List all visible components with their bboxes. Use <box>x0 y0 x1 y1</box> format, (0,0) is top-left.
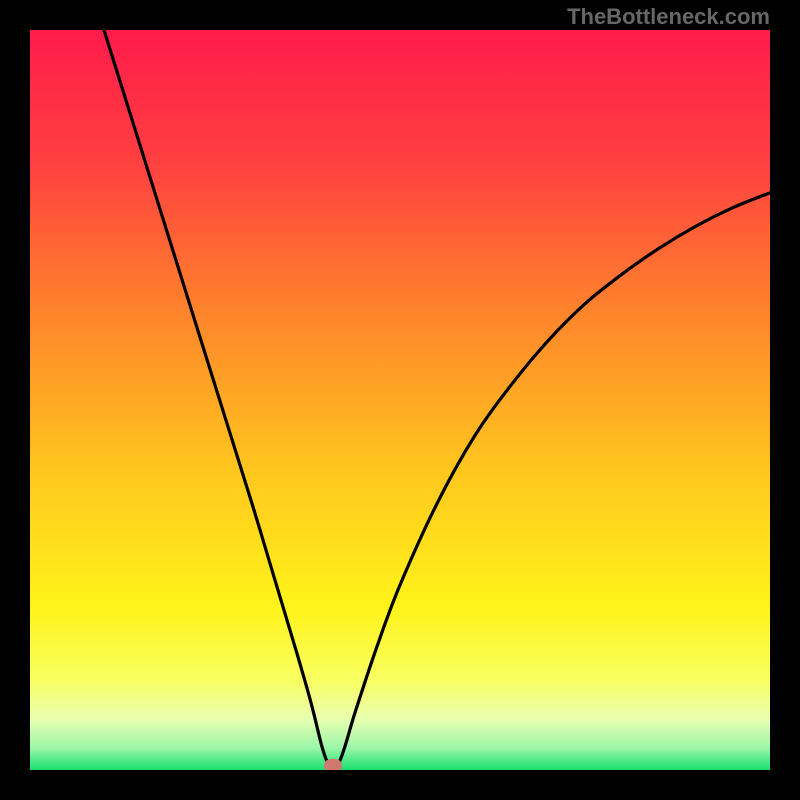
plot-area <box>30 30 770 770</box>
watermark-text: TheBottleneck.com <box>567 4 770 30</box>
optimum-marker <box>324 759 342 770</box>
chart-frame: TheBottleneck.com <box>0 0 800 800</box>
bottleneck-curve <box>104 30 770 769</box>
curve-layer <box>30 30 770 770</box>
